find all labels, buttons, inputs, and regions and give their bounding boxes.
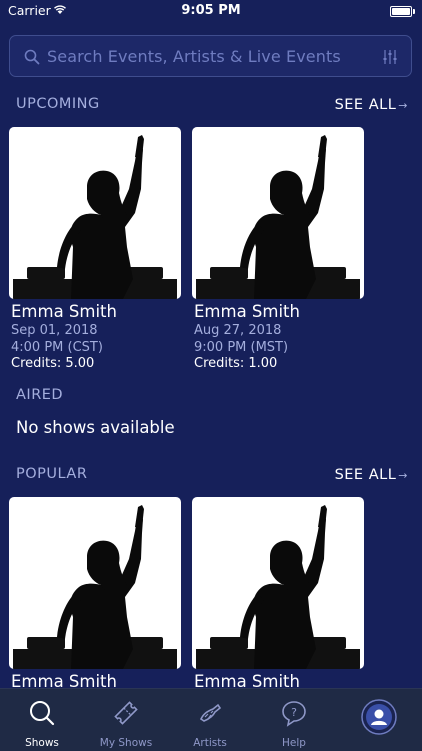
tab-my-shows[interactable]: My Shows — [84, 689, 168, 751]
status-bar: Carrier 9:05 PM — [0, 0, 422, 22]
show-thumbnail[interactable] — [192, 497, 364, 669]
tab-label: My Shows — [99, 737, 153, 749]
show-artist-name: Emma Smith — [194, 302, 300, 321]
show-time: 9:00 PM (MST) — [194, 340, 289, 355]
tab-help[interactable]: ? Help — [252, 689, 336, 751]
filter-icon[interactable] — [383, 49, 397, 65]
see-all-label: SEE ALL — [334, 467, 397, 483]
arrow-right-icon: → — [398, 99, 408, 112]
popular-see-all-button[interactable]: SEE ALL → — [335, 467, 408, 483]
aired-section-title: AIRED — [16, 387, 64, 403]
status-time: 9:05 PM — [181, 3, 241, 18]
show-credits: Credits: 5.00 — [11, 356, 95, 371]
tab-label: Shows — [25, 737, 59, 749]
profile-icon — [361, 699, 397, 735]
upcoming-section-title: UPCOMING — [16, 96, 100, 112]
search-input[interactable]: Search Events, Artists & Live Events — [47, 47, 341, 66]
arrow-right-icon: → — [398, 469, 408, 482]
svg-text:?: ? — [291, 706, 297, 719]
aired-empty-message: No shows available — [16, 418, 175, 437]
tab-bar: Shows My Shows Artists ? Help — [0, 688, 422, 751]
upcoming-see-all-button[interactable]: SEE ALL → — [335, 97, 408, 113]
help-icon: ? — [282, 701, 306, 727]
tab-profile[interactable] — [336, 689, 420, 751]
tab-label: Help — [282, 737, 306, 749]
show-thumbnail[interactable] — [192, 127, 364, 299]
show-time: 4:00 PM (CST) — [11, 340, 103, 355]
show-date: Sep 01, 2018 — [11, 323, 98, 338]
search-icon — [30, 701, 55, 726]
show-credits: Credits: 1.00 — [194, 356, 278, 371]
tab-shows[interactable]: Shows — [0, 689, 84, 751]
show-thumbnail[interactable] — [9, 497, 181, 669]
tab-label: Artists — [193, 737, 227, 749]
search-icon — [24, 49, 40, 65]
show-thumbnail[interactable] — [9, 127, 181, 299]
popular-section-title: POPULAR — [16, 466, 88, 482]
ticket-icon — [114, 701, 138, 725]
battery-icon — [390, 6, 415, 17]
artist-icon — [199, 703, 222, 722]
tab-artists[interactable]: Artists — [168, 689, 252, 751]
search-bar[interactable]: Search Events, Artists & Live Events — [9, 35, 412, 77]
show-artist-name: Emma Smith — [11, 302, 117, 321]
see-all-label: SEE ALL — [334, 97, 397, 113]
show-date: Aug 27, 2018 — [194, 323, 282, 338]
